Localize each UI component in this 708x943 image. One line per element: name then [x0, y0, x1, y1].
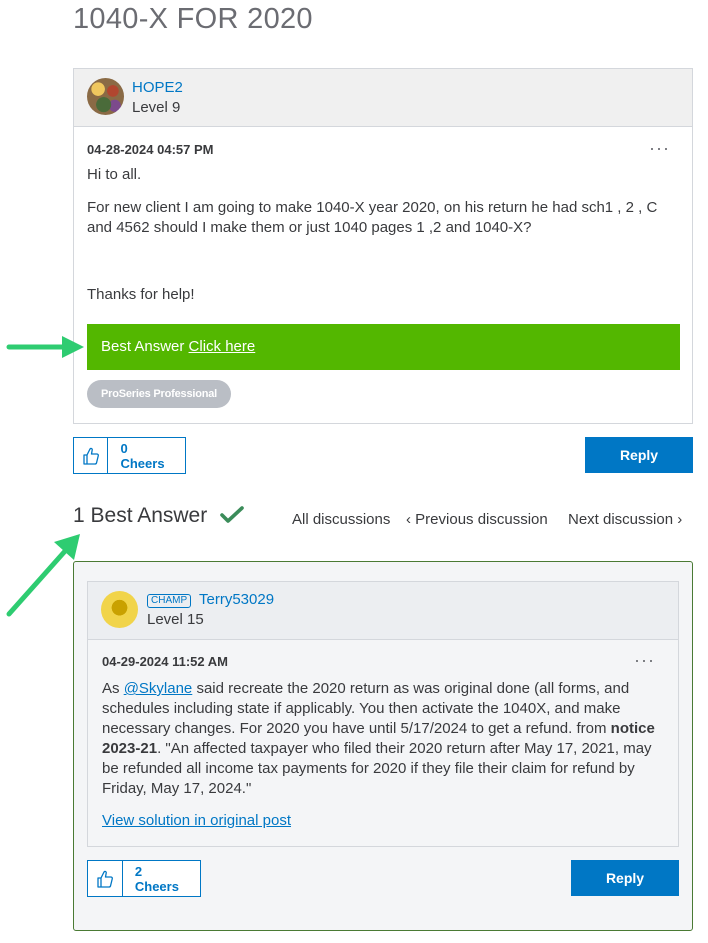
accepted-solution-card: CHAMP Terry53029 Level 15 04-29-2024 11:…	[73, 561, 693, 931]
best-answer-label: Best Answer	[101, 338, 185, 355]
avatar[interactable]	[87, 78, 124, 115]
next-discussion-label: Next discussion	[568, 511, 674, 528]
solution-post: CHAMP Terry53029 Level 15 04-29-2024 11:…	[87, 581, 679, 847]
next-discussion-link[interactable]: Next discussion ›	[568, 511, 682, 528]
solution-author-bar: CHAMP Terry53029 Level 15	[88, 582, 678, 640]
all-discussions-link[interactable]: All discussions	[292, 511, 390, 528]
post-date: 04-28-2024 04:57 PM	[87, 142, 214, 157]
author-level: Level 9	[132, 99, 181, 116]
chevron-right-icon: ›	[677, 511, 683, 528]
solution-date: 04-29-2024 11:52 AM	[102, 654, 228, 669]
thumbs-up-icon[interactable]	[74, 438, 109, 473]
cheers-button[interactable]: 2 Cheers	[87, 860, 201, 897]
reply-button[interactable]: Reply	[585, 437, 693, 473]
chevron-left-icon: ‹	[406, 511, 411, 528]
thumbs-up-icon[interactable]	[88, 861, 123, 896]
author-name-link[interactable]: Terry53029	[199, 591, 274, 608]
mention-link[interactable]: @Skylane	[124, 680, 193, 697]
previous-discussion-label: Previous discussion	[415, 511, 548, 528]
solution-body-as: As	[102, 680, 124, 697]
author-name-link[interactable]: HOPE2	[132, 79, 183, 96]
post-thanks: Thanks for help!	[87, 286, 195, 303]
solution-body: As @Skylane said recreate the 2020 retur…	[102, 679, 672, 799]
more-options-icon[interactable]: ···	[634, 651, 655, 669]
cheers-count: 0 Cheers	[120, 440, 165, 471]
best-answer-heading: 1 Best Answer	[73, 504, 208, 527]
post-author-bar: HOPE2 Level 9	[74, 69, 692, 127]
post-greeting: Hi to all.	[87, 166, 142, 183]
arrow-right-icon	[6, 336, 84, 358]
post-card: HOPE2 Level 9 04-28-2024 04:57 PM ··· Hi…	[73, 68, 693, 424]
checkmark-icon	[220, 506, 244, 523]
cheers-count: 2 Cheers	[134, 863, 179, 894]
more-options-icon[interactable]: ···	[649, 139, 670, 157]
previous-discussion-link[interactable]: ‹ Previous discussion	[406, 511, 548, 528]
post-body: For new client I am going to make 1040-X…	[87, 199, 658, 236]
best-answer-banner: Best Answer Click here	[87, 324, 680, 370]
avatar[interactable]	[101, 591, 138, 628]
view-solution-link[interactable]: View solution in original post	[102, 811, 291, 831]
arrow-up-right-icon	[6, 534, 80, 617]
product-tag[interactable]: ProSeries Professional	[87, 380, 232, 408]
solution-body-text-2: . "An affected taxpayer who filed their …	[102, 740, 652, 797]
page-title: 1040-X FOR 2020	[73, 3, 313, 35]
champ-badge: CHAMP	[147, 594, 192, 608]
reply-button[interactable]: Reply	[571, 860, 679, 896]
cheers-button[interactable]: 0 Cheers	[73, 437, 186, 474]
author-level: Level 15	[147, 611, 204, 628]
best-answer-link[interactable]: Click here	[189, 338, 256, 355]
